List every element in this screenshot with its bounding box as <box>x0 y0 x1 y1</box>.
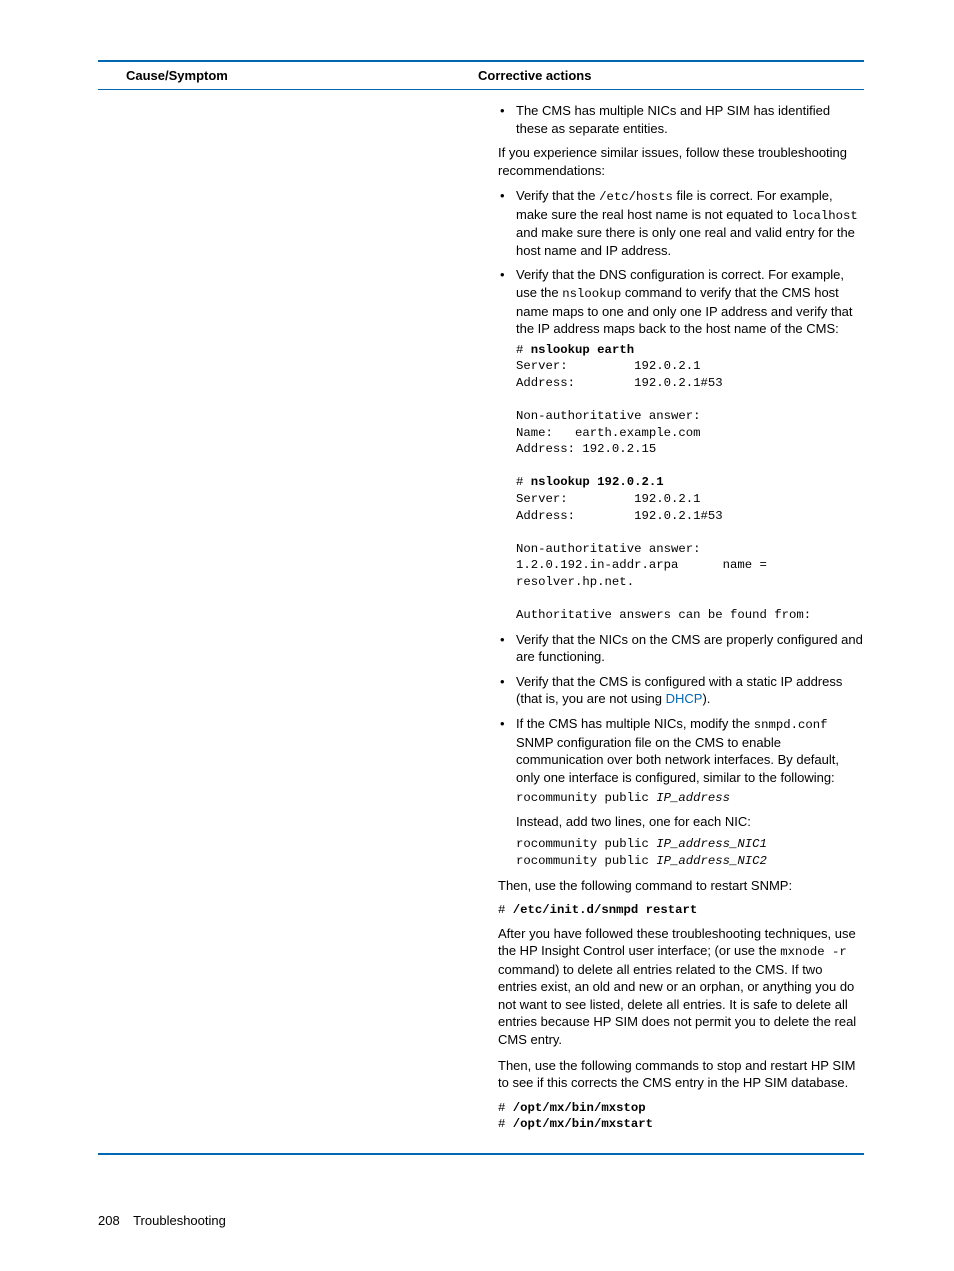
dhcp-link[interactable]: DHCP <box>666 691 703 706</box>
footer: 208 Troubleshooting <box>98 1213 226 1228</box>
header-corrective-actions: Corrective actions <box>478 68 864 83</box>
header-cause-symptom: Cause/Symptom <box>98 68 478 83</box>
table-header: Cause/Symptom Corrective actions <box>98 60 864 90</box>
restart-snmp: Then, use the following command to resta… <box>498 877 864 895</box>
bullet-verify-dns: Verify that the DNS configuration is cor… <box>516 266 864 623</box>
nslookup-output: # nslookup earth Server: 192.0.2.1 Addre… <box>516 342 864 624</box>
mx-commands: # /opt/mx/bin/mxstop # /opt/mx/bin/mxsta… <box>498 1100 864 1133</box>
rocommunity-double: rocommunity public IP_address_NIC1 rocom… <box>516 836 864 869</box>
left-column <box>98 102 498 1139</box>
rocommunity-single: rocommunity public IP_address <box>516 790 864 807</box>
stop-restart-sim: Then, use the following commands to stop… <box>498 1057 864 1092</box>
bullet-static-ip: Verify that the CMS is configured with a… <box>516 673 864 708</box>
bottom-rule <box>98 1153 864 1155</box>
after-troubleshooting: After you have followed these troublesho… <box>498 925 864 1049</box>
add-two-lines: Instead, add two lines, one for each NIC… <box>516 813 864 831</box>
bullet-snmpd-conf: If the CMS has multiple NICs, modify the… <box>516 715 864 870</box>
right-column: The CMS has multiple NICs and HP SIM has… <box>498 102 864 1139</box>
troubleshooting-intro: If you experience similar issues, follow… <box>498 144 864 179</box>
footer-section: Troubleshooting <box>133 1213 226 1228</box>
bullet-multiple-nics: The CMS has multiple NICs and HP SIM has… <box>516 102 864 137</box>
snmpd-restart-cmd: # /etc/init.d/snmpd restart <box>498 902 864 919</box>
page-number: 208 <box>98 1213 120 1228</box>
bullet-verify-nics: Verify that the NICs on the CMS are prop… <box>516 631 864 666</box>
bullet-verify-etc-hosts: Verify that the /etc/hosts file is corre… <box>516 187 864 259</box>
